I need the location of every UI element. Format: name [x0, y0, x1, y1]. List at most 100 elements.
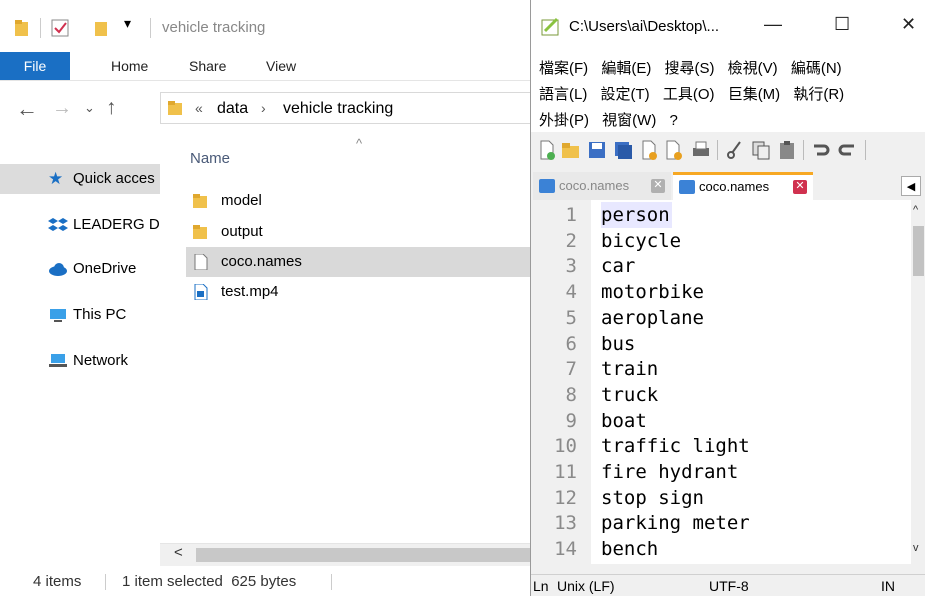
line-text: fire hydrant: [601, 461, 739, 483]
breadcrumb-data[interactable]: data: [217, 100, 248, 118]
breadcrumb-chevron-icon: ›: [261, 100, 266, 116]
properties-checkbox-icon[interactable]: [50, 17, 72, 39]
menu-edit[interactable]: 編輯(E): [601, 60, 651, 77]
up-arrow-icon[interactable]: ↑: [106, 96, 117, 120]
nav-network[interactable]: Network: [0, 346, 160, 376]
breadcrumb-overflow[interactable]: «: [195, 100, 203, 116]
navigation-pane: ★ Quick acces LEADERG D OneDrive This PC…: [0, 136, 160, 566]
tab-file[interactable]: File: [0, 52, 70, 80]
line-number: 5: [565, 306, 577, 329]
nav-leaderg-drive[interactable]: LEADERG D: [0, 210, 160, 240]
file-row-coco-names[interactable]: coco.names: [186, 247, 530, 277]
tab-coco-names-inactive[interactable]: coco.names ✕: [533, 172, 671, 200]
scroll-left-arrow-icon[interactable]: <: [174, 544, 183, 561]
tab-close-icon[interactable]: ✕: [651, 179, 665, 193]
menu-run[interactable]: 執行(R): [793, 86, 844, 103]
tab-view[interactable]: View: [266, 52, 296, 80]
open-file-icon[interactable]: [561, 140, 581, 160]
editor-line[interactable]: 13 parking meter: [531, 510, 911, 536]
tab-close-icon[interactable]: ✕: [793, 180, 807, 194]
scroll-down-arrow-icon[interactable]: v: [913, 542, 919, 554]
file-row-test-mp4[interactable]: test.mp4: [186, 277, 530, 307]
minimize-button[interactable]: —: [764, 14, 782, 35]
editor-line[interactable]: 9 boat: [531, 408, 911, 434]
editor-line[interactable]: 1 person: [531, 202, 911, 228]
file-explorer-window: ▾ vehicle tracking File Home Share View …: [0, 0, 530, 596]
editor-line[interactable]: 6 bus: [531, 331, 911, 357]
maximize-button[interactable]: ☐: [834, 14, 850, 35]
editor-line[interactable]: 4 motorbike: [531, 279, 911, 305]
column-header-name[interactable]: Name: [190, 150, 230, 167]
menu-language[interactable]: 語言(L): [539, 86, 587, 103]
paste-icon[interactable]: [777, 140, 797, 160]
file-row-model[interactable]: model: [186, 186, 530, 216]
scroll-up-arrow-icon[interactable]: ^: [913, 204, 918, 216]
editor-line[interactable]: 7 train: [531, 356, 911, 382]
separator: [717, 140, 718, 160]
breadcrumb-vehicle-tracking[interactable]: vehicle tracking: [283, 100, 393, 118]
horizontal-scrollbar[interactable]: <: [160, 543, 530, 566]
tab-coco-names-active[interactable]: coco.names ✕: [673, 172, 813, 200]
menu-tools[interactable]: 工具(O): [663, 86, 715, 103]
nav-onedrive[interactable]: OneDrive: [0, 254, 160, 284]
nav-quick-access[interactable]: ★ Quick acces: [0, 164, 160, 194]
editor-line[interactable]: 14 bench: [531, 536, 911, 562]
tab-scroll-left-icon[interactable]: ◀: [901, 176, 921, 196]
quick-access-dropdown-icon[interactable]: ▾: [124, 15, 131, 32]
separator: [150, 18, 151, 38]
copy-icon[interactable]: [751, 140, 771, 160]
address-bar[interactable]: « data › vehicle tracking: [160, 92, 530, 124]
cut-icon[interactable]: [725, 140, 745, 160]
tab-home[interactable]: Home: [111, 52, 148, 80]
save-all-icon[interactable]: [613, 140, 633, 160]
editor-line[interactable]: 10 traffic light: [531, 433, 911, 459]
editor-line[interactable]: 5 aeroplane: [531, 305, 911, 331]
new-folder-icon[interactable]: [94, 18, 116, 38]
menu-settings[interactable]: 設定(T): [601, 86, 650, 103]
line-number: 10: [554, 435, 577, 458]
editor-line[interactable]: 2 bicycle: [531, 228, 911, 254]
menu-search[interactable]: 搜尋(S): [665, 60, 715, 77]
back-arrow-icon[interactable]: ←: [16, 96, 38, 122]
new-file-icon[interactable]: [537, 140, 557, 160]
recent-locations-chevron-icon[interactable]: ⌄: [84, 100, 95, 116]
folder-icon: [193, 225, 207, 239]
close-button[interactable]: ✕: [901, 14, 916, 35]
notepadpp-app-icon: [541, 17, 559, 36]
menu-view[interactable]: 檢視(V): [728, 60, 778, 77]
menu-encoding[interactable]: 編碼(N): [791, 60, 842, 77]
npp-status-bar: Ln Unix (LF) UTF-8 IN: [531, 574, 925, 596]
save-icon[interactable]: [587, 140, 607, 160]
print-icon[interactable]: [691, 140, 711, 160]
close-file-icon[interactable]: [639, 140, 659, 160]
scrollbar-thumb[interactable]: [913, 226, 924, 276]
forward-arrow-icon[interactable]: →: [52, 97, 72, 120]
undo-icon[interactable]: [811, 140, 831, 160]
menu-file[interactable]: 檔案(F): [539, 60, 588, 77]
editor-line[interactable]: 8 truck: [531, 382, 911, 408]
separator: [331, 574, 332, 590]
editor-text-area[interactable]: 1 person 2 bicycle 3 car 4 motorbike 5 aeroplane 6…: [531, 200, 911, 564]
redo-icon[interactable]: [837, 140, 857, 160]
line-text: parking meter: [601, 512, 750, 535]
status-eol: Unix (LF): [557, 578, 615, 594]
editor-line[interactable]: 11 fire hydrant: [531, 459, 911, 485]
tab-share[interactable]: Share: [189, 52, 226, 80]
line-number: 14: [554, 538, 577, 561]
menu-help[interactable]: ?: [670, 112, 678, 129]
network-icon: [49, 354, 67, 367]
dropbox-icon: [48, 218, 68, 231]
vertical-scrollbar[interactable]: ^ v: [911, 200, 925, 564]
close-all-icon[interactable]: [665, 140, 685, 160]
editor-line[interactable]: 3 car: [531, 253, 911, 279]
menu-macro[interactable]: 巨集(M): [728, 86, 781, 103]
scrollbar-thumb[interactable]: [196, 548, 530, 562]
editor-line[interactable]: 12 stop sign: [531, 485, 911, 511]
file-row-output[interactable]: output: [186, 217, 530, 247]
line-number: 1: [565, 204, 577, 226]
line-number: 6: [565, 332, 577, 355]
menu-window[interactable]: 視窗(W): [602, 112, 656, 129]
star-icon: ★: [48, 169, 64, 188]
nav-this-pc[interactable]: This PC: [0, 300, 160, 330]
menu-plugins[interactable]: 外掛(P): [539, 112, 589, 129]
